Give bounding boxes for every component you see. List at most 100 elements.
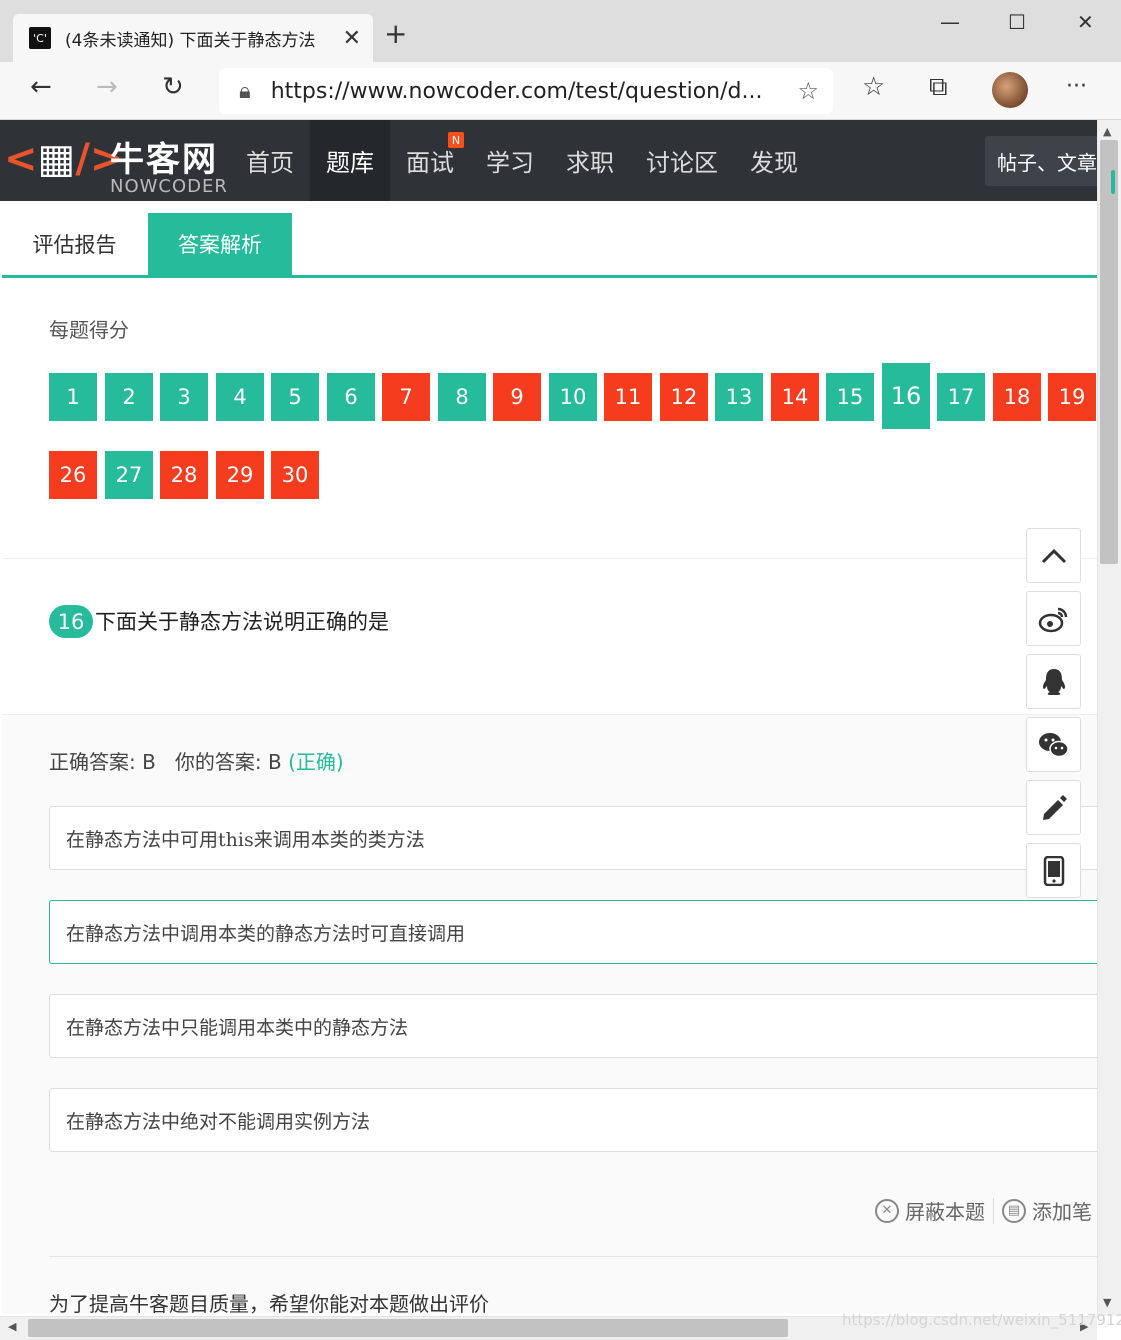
- score-cell-19[interactable]: 19: [1048, 373, 1096, 421]
- close-tab-icon[interactable]: ✕: [343, 26, 361, 51]
- site-logo[interactable]: <▦/> 牛客网 NOWCODER: [4, 128, 234, 197]
- menu-interview[interactable]: 面试 N: [390, 120, 470, 201]
- divider: [993, 1197, 994, 1224]
- score-cell-9[interactable]: 9: [493, 373, 541, 421]
- score-cell-14[interactable]: 14: [771, 373, 819, 421]
- site-search-input[interactable]: 帖子、文章: [985, 136, 1097, 186]
- logo-name: 牛客网: [110, 140, 218, 180]
- menu-interview-label: 面试: [406, 149, 454, 177]
- favorites-icon[interactable]: ☆: [862, 74, 885, 100]
- browser-toolbar: ← → ↻ 🔒︎ https://www.nowcoder.com/test/q…: [0, 62, 1121, 120]
- score-cell-11[interactable]: 11: [604, 373, 652, 421]
- rate-prompt: 为了提高牛客题目质量，希望你能对本题做出评价: [49, 1292, 489, 1316]
- menu-home[interactable]: 首页: [230, 120, 310, 201]
- address-bar[interactable]: 🔒︎ https://www.nowcoder.com/test/questio…: [219, 68, 833, 114]
- score-cell-2[interactable]: 2: [105, 373, 153, 421]
- lock-icon: 🔒︎: [239, 78, 251, 104]
- mobile-button[interactable]: [1026, 843, 1081, 898]
- chevron-up-icon: [1041, 548, 1066, 563]
- score-cell-28[interactable]: 28: [160, 451, 208, 499]
- horizontal-scroll-thumb[interactable]: [28, 1319, 788, 1337]
- close-window-icon[interactable]: ✕: [1077, 10, 1094, 34]
- option-d[interactable]: 在静态方法中绝对不能调用实例方法: [49, 1088, 1109, 1152]
- back-to-top-button[interactable]: [1026, 528, 1081, 583]
- scroll-down-icon[interactable]: ▼: [1103, 1296, 1111, 1309]
- tab-report[interactable]: 评估报告: [2, 213, 147, 275]
- score-cell-3[interactable]: 3: [160, 373, 208, 421]
- score-grid: 1 2 3 4 5 6 7 8 9 10 11 12 13 14 15 16 17 18 19 26 27 28 29 30: [49, 363, 1097, 513]
- profile-avatar[interactable]: [992, 72, 1028, 108]
- url-text[interactable]: https://www.nowcoder.com/test/question/d…: [271, 79, 784, 104]
- browser-tab[interactable]: 'C' (4条未读通知) 下面关于静态方法 ✕: [13, 14, 373, 62]
- menu-study[interactable]: 学习: [470, 120, 550, 201]
- question-actions: ✕ 屏蔽本题 ▤ 添加笔: [875, 1196, 1092, 1225]
- forward-icon[interactable]: →: [96, 74, 118, 100]
- scroll-marker: [1111, 170, 1115, 194]
- favicon-icon: 'C': [29, 27, 51, 49]
- browser-tab-bar: 'C' (4条未读通知) 下面关于静态方法 ✕ + — ☐ ✕: [0, 0, 1121, 62]
- new-tab-button[interactable]: +: [384, 20, 407, 48]
- score-cell-17[interactable]: 17: [937, 373, 985, 421]
- option-a[interactable]: 在静态方法中可用this来调用本类的类方法: [49, 806, 1109, 870]
- new-badge: N: [448, 132, 464, 148]
- share-wechat-button[interactable]: [1026, 717, 1081, 772]
- note-icon: ▤: [1002, 1198, 1026, 1223]
- score-cell-18[interactable]: 18: [993, 373, 1041, 421]
- question-number-badge: 16: [49, 605, 93, 638]
- divider: [2, 558, 1097, 559]
- score-cell-1[interactable]: 1: [49, 373, 97, 421]
- score-cell-12[interactable]: 12: [660, 373, 708, 421]
- share-qq-button[interactable]: [1026, 654, 1081, 709]
- vertical-scroll-thumb[interactable]: [1100, 140, 1118, 564]
- watermark: https://blog.csdn.net/weixin_51179129: [842, 1311, 1121, 1329]
- add-note-button[interactable]: 添加笔: [1032, 1196, 1092, 1225]
- collections-icon[interactable]: ⧉: [929, 74, 948, 100]
- scroll-up-icon[interactable]: ▲: [1103, 125, 1111, 138]
- block-icon: ✕: [875, 1198, 899, 1223]
- divider: [49, 1256, 1097, 1257]
- block-question-button[interactable]: 屏蔽本题: [905, 1196, 985, 1225]
- score-cell-29[interactable]: 29: [216, 451, 264, 499]
- score-cell-6[interactable]: 6: [327, 373, 375, 421]
- result-status: (正确): [288, 750, 344, 774]
- wechat-icon: [1038, 732, 1069, 757]
- question-text: 下面关于静态方法说明正确的是: [95, 610, 389, 634]
- favorite-star-icon[interactable]: ☆: [797, 77, 819, 105]
- score-cell-27[interactable]: 27: [105, 451, 153, 499]
- more-icon[interactable]: ···: [1066, 76, 1087, 98]
- menu-discuss[interactable]: 讨论区: [630, 120, 734, 201]
- score-cell-15[interactable]: 15: [826, 373, 874, 421]
- score-cell-8[interactable]: 8: [438, 373, 486, 421]
- back-icon[interactable]: ←: [30, 74, 52, 100]
- your-answer: 你的答案: B: [174, 750, 282, 774]
- logo-sub: NOWCODER: [110, 176, 228, 197]
- score-cell-5[interactable]: 5: [271, 373, 319, 421]
- refresh-icon[interactable]: ↻: [162, 74, 184, 100]
- edit-button[interactable]: [1026, 780, 1081, 835]
- answer-summary: 正确答案: B 你的答案: B (正确): [49, 746, 344, 775]
- site-header: <▦/> 牛客网 NOWCODER 首页 题库 面试 N 学习 求职 讨论区 发现…: [0, 120, 1097, 201]
- minimize-icon[interactable]: —: [940, 10, 960, 34]
- menu-question-bank[interactable]: 题库: [310, 120, 390, 201]
- weibo-icon: [1038, 607, 1067, 632]
- share-weibo-button[interactable]: [1026, 591, 1081, 646]
- score-cell-16[interactable]: 16: [882, 363, 930, 429]
- scroll-left-icon[interactable]: ◀: [8, 1320, 16, 1333]
- mobile-icon: [1043, 855, 1064, 886]
- maximize-icon[interactable]: ☐: [1008, 10, 1026, 34]
- option-c[interactable]: 在静态方法中只能调用本类中的静态方法: [49, 994, 1109, 1058]
- qq-icon: [1042, 668, 1065, 695]
- edit-icon: [1042, 794, 1067, 820]
- option-b[interactable]: 在静态方法中调用本类的静态方法时可直接调用: [49, 900, 1109, 964]
- menu-jobs[interactable]: 求职: [550, 120, 630, 201]
- score-cell-26[interactable]: 26: [49, 451, 97, 499]
- score-cell-4[interactable]: 4: [216, 373, 264, 421]
- logo-mark-icon: <▦/>: [4, 136, 124, 182]
- correct-answer: 正确答案: B: [49, 750, 156, 774]
- menu-discover[interactable]: 发现: [734, 120, 814, 201]
- tab-analysis[interactable]: 答案解析: [148, 213, 292, 275]
- score-cell-10[interactable]: 10: [549, 373, 597, 421]
- score-cell-13[interactable]: 13: [715, 373, 763, 421]
- score-cell-7[interactable]: 7: [382, 373, 430, 421]
- score-cell-30[interactable]: 30: [271, 451, 319, 499]
